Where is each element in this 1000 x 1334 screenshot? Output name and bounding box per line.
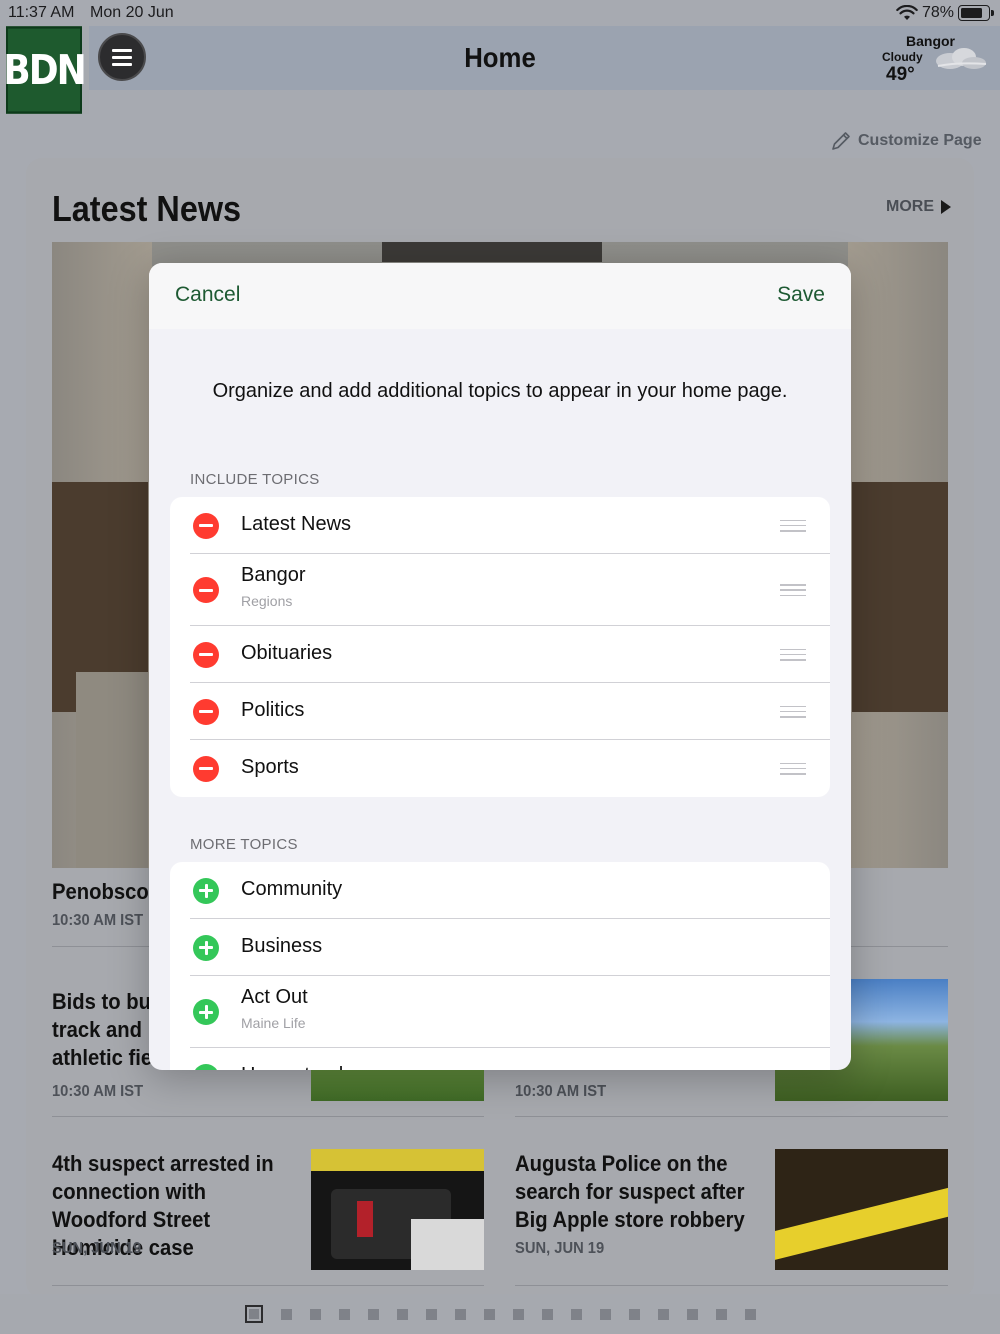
modal-description: Organize and add additional topics to ap… bbox=[212, 380, 788, 402]
cancel-button[interactable]: Cancel bbox=[175, 283, 240, 307]
story-thumbnail[interactable] bbox=[311, 1149, 484, 1270]
page-dot[interactable] bbox=[367, 1308, 379, 1320]
drag-handle-icon[interactable] bbox=[780, 762, 806, 775]
status-bar: 11:37 AM Mon 20 Jun 78% bbox=[0, 0, 1000, 26]
wifi-icon bbox=[896, 5, 918, 20]
battery-percent: 78% bbox=[922, 4, 955, 21]
status-date: Mon 20 Jun bbox=[90, 4, 174, 21]
topic-row-available[interactable]: Act Out Maine Life bbox=[170, 976, 830, 1048]
remove-topic-icon[interactable] bbox=[193, 755, 219, 782]
topic-label: Act Out bbox=[241, 986, 308, 1008]
page-dot[interactable] bbox=[425, 1308, 437, 1320]
page-indicator[interactable] bbox=[0, 1294, 1000, 1334]
add-topic-icon[interactable] bbox=[193, 999, 219, 1025]
drag-handle-icon[interactable] bbox=[780, 648, 806, 661]
customize-page-label: Customize Page bbox=[858, 132, 982, 149]
topic-category: Maine Life bbox=[241, 1015, 306, 1031]
drag-handle-icon[interactable] bbox=[780, 584, 806, 596]
remove-topic-icon[interactable] bbox=[193, 641, 219, 668]
page-dot[interactable] bbox=[338, 1308, 350, 1320]
topic-row-available[interactable]: Business bbox=[170, 919, 830, 976]
topic-label: Sports bbox=[241, 756, 299, 778]
include-topics-list: Latest News Bangor Regions Obituaries Politi… bbox=[170, 497, 830, 797]
page-dot[interactable] bbox=[454, 1308, 466, 1320]
more-topics-list: Community Business Act Out Maine Life Homest… bbox=[170, 862, 830, 1070]
weather-temperature: 49° bbox=[886, 64, 915, 85]
topic-row-included[interactable]: Obituaries bbox=[170, 626, 830, 683]
story-thumbnail[interactable] bbox=[311, 1070, 484, 1101]
page-dot[interactable] bbox=[628, 1308, 640, 1320]
topic-category: Regions bbox=[241, 593, 293, 609]
remove-topic-icon[interactable] bbox=[193, 512, 219, 539]
topic-label: Homestead bbox=[241, 1064, 343, 1070]
topic-label: Politics bbox=[241, 699, 305, 721]
page-dot[interactable] bbox=[686, 1308, 698, 1320]
modal-toolbar bbox=[149, 263, 851, 329]
topic-row-included[interactable]: Sports bbox=[170, 740, 830, 797]
add-topic-icon[interactable] bbox=[193, 1063, 219, 1070]
divider bbox=[52, 1285, 484, 1286]
story-meta: 10:30 AM IST bbox=[515, 1083, 607, 1100]
page-dot[interactable] bbox=[744, 1308, 756, 1320]
topic-row-available[interactable]: Community bbox=[170, 862, 830, 919]
story-title[interactable]: Penobscot bbox=[52, 878, 155, 906]
story-meta: 10:30 AM IST bbox=[52, 912, 144, 929]
topic-label: Obituaries bbox=[241, 642, 333, 664]
story-thumbnail[interactable] bbox=[775, 1149, 948, 1270]
page-dot[interactable] bbox=[599, 1308, 611, 1320]
story-title[interactable]: Bids to bui track and athletic fie bbox=[52, 988, 157, 1072]
topic-label: Bangor bbox=[241, 564, 306, 586]
page-dot[interactable] bbox=[570, 1308, 582, 1320]
page-dot[interactable] bbox=[396, 1308, 408, 1320]
topic-label: Community bbox=[241, 878, 343, 900]
story-meta: SUN, JUN 19 bbox=[52, 1240, 142, 1257]
more-topics-header: MORE TOPICS bbox=[190, 836, 298, 853]
customize-page-button[interactable]: Customize Page bbox=[830, 130, 982, 152]
remove-topic-icon[interactable] bbox=[193, 577, 219, 603]
status-time: 11:37 AM bbox=[8, 4, 75, 21]
triangle-right-icon bbox=[941, 200, 951, 214]
add-topic-icon[interactable] bbox=[193, 877, 219, 904]
customize-modal: Cancel Save Organize and add additional … bbox=[149, 263, 851, 1070]
divider bbox=[52, 1116, 484, 1117]
topic-row-available[interactable]: Homestead bbox=[170, 1048, 830, 1070]
page-dot[interactable] bbox=[280, 1308, 292, 1320]
page-dot[interactable] bbox=[483, 1308, 495, 1320]
page-title: Home bbox=[464, 42, 536, 73]
save-button[interactable]: Save bbox=[777, 283, 825, 307]
more-label: MORE bbox=[886, 198, 934, 215]
pencil-icon bbox=[832, 132, 850, 150]
page-dot[interactable] bbox=[657, 1308, 669, 1320]
drag-handle-icon[interactable] bbox=[780, 519, 806, 532]
more-link[interactable]: MORE bbox=[886, 198, 952, 216]
story-meta: 10:30 AM IST bbox=[52, 1083, 144, 1100]
page-dot[interactable] bbox=[715, 1308, 727, 1320]
add-topic-icon[interactable] bbox=[193, 934, 219, 961]
story-title[interactable]: Augusta Police on the search for suspect… bbox=[515, 1150, 745, 1234]
topic-label: Business bbox=[241, 935, 323, 957]
weather-condition: Cloudy bbox=[882, 50, 923, 64]
remove-topic-icon[interactable] bbox=[193, 698, 219, 725]
divider bbox=[515, 1285, 948, 1286]
drag-handle-icon[interactable] bbox=[780, 705, 806, 718]
page-dot[interactable] bbox=[244, 1305, 263, 1323]
page-dot[interactable] bbox=[512, 1308, 524, 1320]
cloud-icon bbox=[936, 48, 987, 69]
page-dot[interactable] bbox=[309, 1308, 321, 1320]
topic-row-included[interactable]: Politics bbox=[170, 683, 830, 740]
topic-row-included[interactable]: Latest News bbox=[170, 497, 830, 554]
topic-row-included[interactable]: Bangor Regions bbox=[170, 554, 830, 626]
include-topics-header: INCLUDE TOPICS bbox=[190, 471, 320, 488]
page-dot[interactable] bbox=[541, 1308, 553, 1320]
story-meta: SUN, JUN 19 bbox=[515, 1240, 605, 1257]
battery-icon bbox=[958, 5, 994, 21]
topic-label: Latest News bbox=[241, 513, 352, 535]
section-title: Latest News bbox=[52, 188, 242, 229]
divider bbox=[515, 1116, 948, 1117]
